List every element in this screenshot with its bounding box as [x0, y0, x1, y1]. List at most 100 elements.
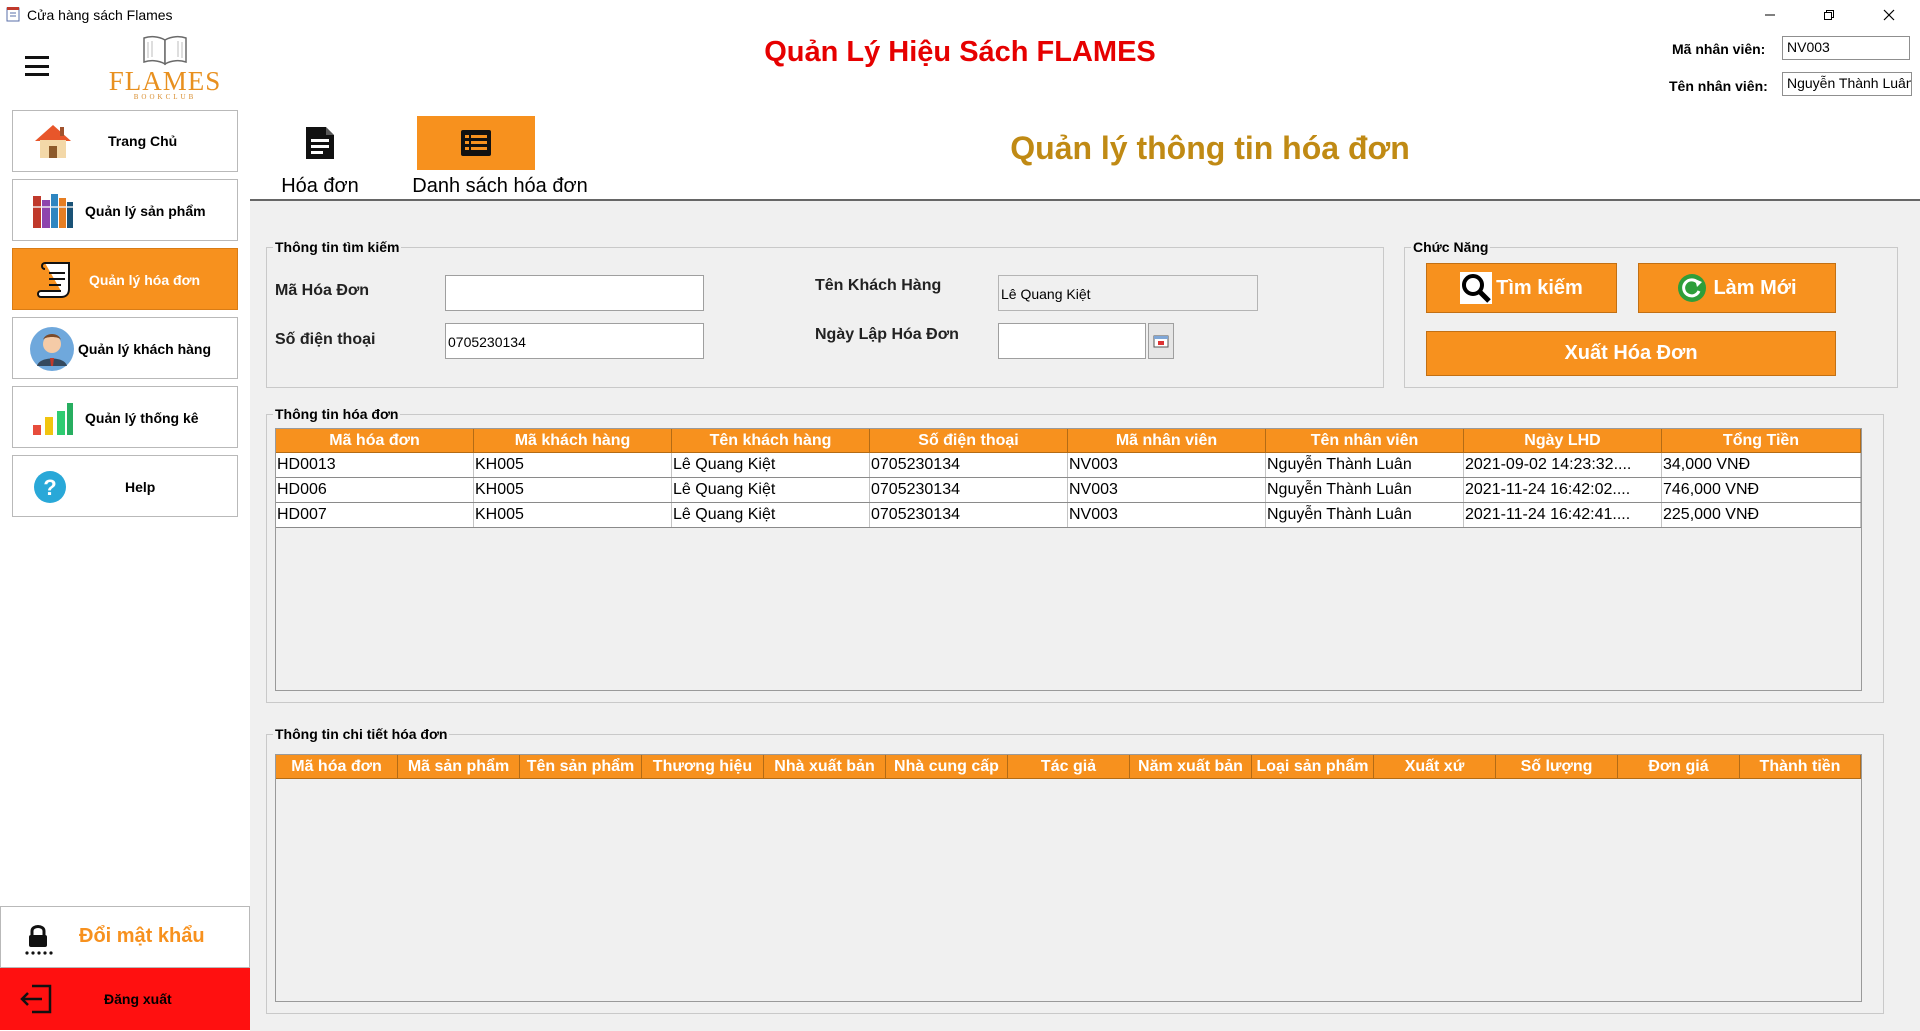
change-password-button[interactable]: Đổi mật khẩu: [0, 906, 250, 968]
table-row[interactable]: HD006 KH005 Lê Quang Kiệt 0705230134 NV003 Ng…: [276, 478, 1861, 503]
column-header[interactable]: Xuất xứ: [1374, 755, 1496, 779]
detail-table[interactable]: Mã hóa đơn Mã sản phẩm Tên sản phẩm Thương …: [275, 754, 1862, 1002]
title-bar: Cửa hàng sách Flames: [0, 0, 1920, 30]
tab-invoice-list[interactable]: [417, 116, 535, 170]
search-group-title: Thông tin tìm kiếm: [273, 239, 402, 255]
column-header[interactable]: Đơn giá: [1618, 755, 1740, 779]
employee-id-field[interactable]: NV003: [1782, 36, 1910, 60]
table-cell: 0705230134: [870, 453, 1068, 477]
sidebar-item-help[interactable]: ? Help: [12, 455, 238, 517]
table-cell: KH005: [474, 503, 672, 527]
column-header[interactable]: Tác giả: [1008, 755, 1130, 779]
column-header[interactable]: Tên sản phẩm: [520, 755, 642, 779]
minimize-icon: [1765, 14, 1775, 16]
document-icon: [306, 127, 334, 159]
column-header[interactable]: Tổng Tiền: [1662, 429, 1861, 453]
search-icon: [1460, 272, 1493, 304]
column-header[interactable]: Nhà xuất bản: [764, 755, 886, 779]
table-cell: 0705230134: [870, 478, 1068, 502]
hamburger-line: [25, 56, 49, 59]
column-header[interactable]: Tên nhân viên: [1266, 429, 1464, 453]
employee-name-field[interactable]: Nguyễn Thành Luân: [1782, 72, 1912, 96]
export-invoice-button[interactable]: Xuất Hóa Đơn: [1426, 331, 1836, 376]
table-row[interactable]: HD007 KH005 Lê Quang Kiệt 0705230134 NV003 Ng…: [276, 503, 1861, 528]
table-cell: HD0013: [276, 453, 474, 477]
employee-id-label: Mã nhân viên:: [1672, 41, 1766, 57]
window-title: Cửa hàng sách Flames: [27, 7, 173, 23]
column-header[interactable]: Mã sản phẩm: [398, 755, 520, 779]
logo-subtext: BOOKCLUB: [133, 93, 197, 101]
table-cell: Nguyễn Thành Luân: [1266, 503, 1464, 527]
sidebar-item-invoices[interactable]: Quản lý hóa đơn: [12, 248, 238, 310]
restore-icon: [1824, 10, 1834, 20]
column-header[interactable]: Mã nhân viên: [1068, 429, 1266, 453]
tab-invoice[interactable]: [261, 116, 379, 170]
column-header[interactable]: Số lượng: [1496, 755, 1618, 779]
date-picker-button[interactable]: [1148, 323, 1174, 359]
table-cell: Nguyễn Thành Luân: [1266, 478, 1464, 502]
menu-toggle-button[interactable]: [25, 56, 49, 76]
sidebar-item-statistics[interactable]: Quản lý thống kê: [12, 386, 238, 448]
close-button[interactable]: [1866, 0, 1912, 30]
app-icon: [6, 7, 20, 22]
open-book-icon: [143, 35, 187, 66]
employee-name-label: Tên nhân viên:: [1669, 78, 1768, 94]
table-cell: 2021-11-24 16:42:02....: [1464, 478, 1662, 502]
sidebar-item-label: Quản lý hóa đơn: [89, 272, 201, 288]
invoice-table[interactable]: Mã hóa đơn Mã khách hàng Tên khách hàng Số …: [275, 428, 1862, 691]
sidebar-item-label: Help: [125, 479, 156, 495]
column-header[interactable]: Thương hiệu: [642, 755, 764, 779]
table-cell: 34,000 VNĐ: [1662, 453, 1861, 477]
column-header[interactable]: Nhà cung cấp: [886, 755, 1008, 779]
phone-label: Số điện thoại: [275, 331, 376, 348]
tab-invoice-label[interactable]: Hóa đơn: [261, 175, 379, 198]
sidebar-item-label: Quản lý khách hàng: [78, 341, 212, 357]
table-cell: NV003: [1068, 453, 1266, 477]
table-cell: KH005: [474, 478, 672, 502]
column-header[interactable]: Ngày LHD: [1464, 429, 1662, 453]
customer-avatar-icon: [30, 327, 74, 371]
column-header[interactable]: Loại sản phẩm: [1252, 755, 1374, 779]
sidebar-item-label: Quản lý thống kê: [85, 410, 199, 426]
change-password-label: Đổi mật khẩu: [79, 925, 205, 947]
invoice-date-input[interactable]: [998, 323, 1146, 359]
sidebar-item-customers[interactable]: Quản lý khách hàng: [12, 317, 238, 379]
customer-name-input[interactable]: Lê Quang Kiệt: [998, 275, 1258, 311]
table-cell: 2021-11-24 16:42:41....: [1464, 503, 1662, 527]
customer-name-label: Tên Khách Hàng: [815, 277, 942, 294]
logout-button[interactable]: Đăng xuất: [0, 968, 250, 1030]
house-icon: [35, 125, 71, 158]
calendar-icon: [1153, 335, 1169, 348]
search-button[interactable]: Tìm kiếm: [1426, 263, 1617, 313]
svg-text:?: ?: [43, 475, 56, 500]
table-cell: HD006: [276, 478, 474, 502]
export-invoice-button-label: Xuất Hóa Đơn: [1564, 342, 1698, 364]
detail-table-group-title: Thông tin chi tiết hóa đơn: [273, 726, 450, 742]
column-header[interactable]: Mã hóa đơn: [276, 429, 474, 453]
sidebar-item-products[interactable]: Quản lý sản phẩm: [12, 179, 238, 241]
column-header[interactable]: Thành tiền: [1740, 755, 1861, 779]
column-header[interactable]: Số điện thoại: [870, 429, 1068, 453]
column-header[interactable]: Mã khách hàng: [474, 429, 672, 453]
tab-invoice-list-label[interactable]: Danh sách hóa đơn: [400, 175, 600, 198]
column-header[interactable]: Mã hóa đơn: [276, 755, 398, 779]
table-cell: Nguyễn Thành Luân: [1266, 453, 1464, 477]
table-cell: Lê Quang Kiệt: [672, 453, 870, 477]
help-icon: ?: [34, 471, 66, 503]
app-window: Cửa hàng sách Flames FLAMES BOOKCLUB Quả…: [0, 0, 1920, 1031]
invoice-table-group-title: Thông tin hóa đơn: [273, 406, 401, 422]
functions-group-title: Chức Năng: [1411, 239, 1491, 255]
restore-button[interactable]: [1806, 0, 1852, 30]
table-row[interactable]: HD0013 KH005 Lê Quang Kiệt 0705230134 NV003 N…: [276, 453, 1861, 478]
minimize-button[interactable]: [1747, 0, 1793, 30]
sidebar-item-home[interactable]: Trang Chủ: [12, 110, 238, 172]
hamburger-line: [25, 73, 49, 76]
column-header[interactable]: Tên khách hàng: [672, 429, 870, 453]
column-header[interactable]: Năm xuất bản: [1130, 755, 1252, 779]
logout-icon: [20, 984, 52, 1014]
phone-input[interactable]: 0705230134: [445, 323, 704, 359]
refresh-button[interactable]: Làm Mới: [1638, 263, 1836, 313]
invoice-id-input[interactable]: [445, 275, 704, 311]
bar-chart-icon: [33, 403, 73, 435]
search-button-label: Tìm kiếm: [1496, 276, 1583, 299]
